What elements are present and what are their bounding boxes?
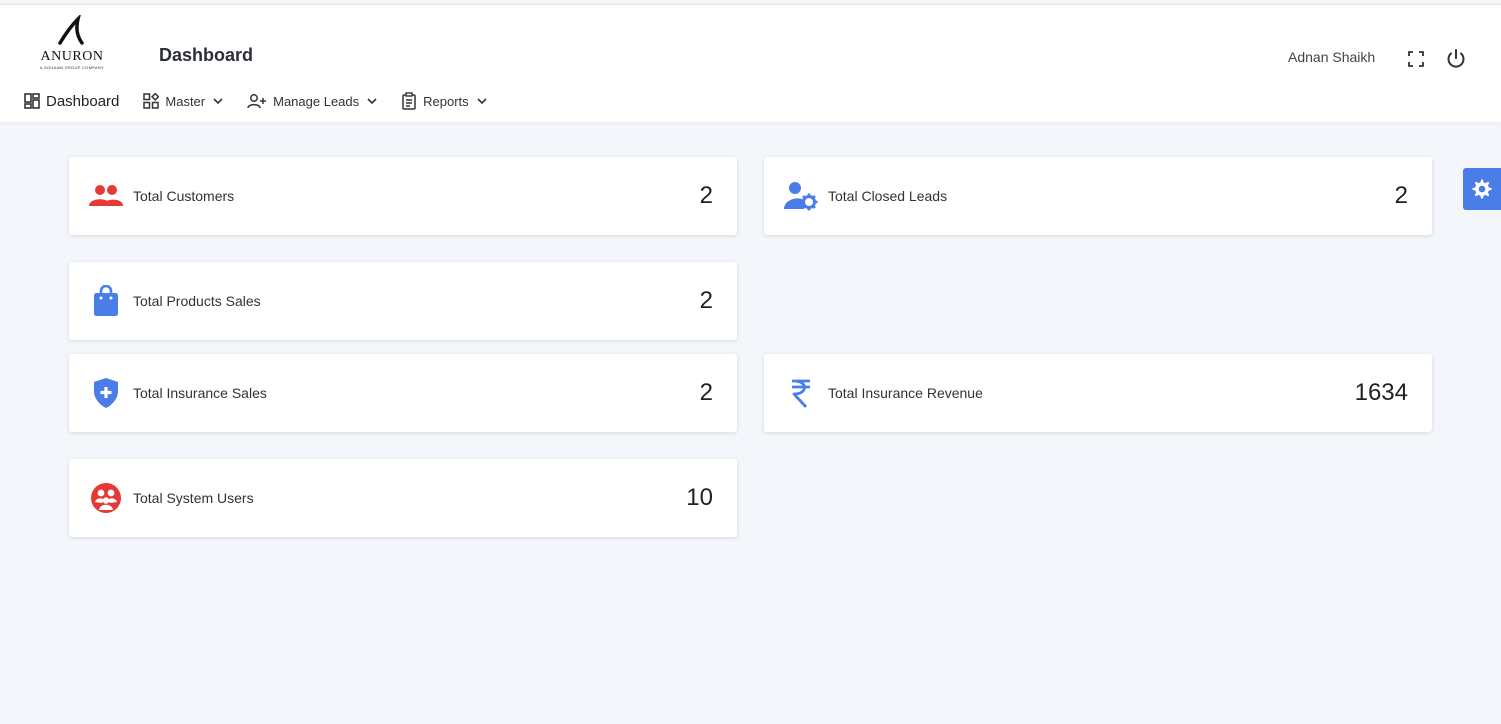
- page-title: Dashboard: [159, 45, 254, 65]
- rupee-icon: [784, 376, 818, 410]
- chevron-down-icon: [367, 98, 377, 105]
- apps-icon: [143, 93, 160, 109]
- fullscreen-icon: [1408, 51, 1424, 67]
- fullscreen-button[interactable]: [1407, 50, 1425, 68]
- nav-label: Dashboard: [46, 92, 120, 110]
- nav-manage-leads[interactable]: Manage Leads: [247, 93, 377, 109]
- stat-card-total-customers[interactable]: Total Customers 2: [69, 157, 737, 235]
- stat-value: 2: [699, 379, 713, 406]
- stat-label: Total Products Sales: [133, 293, 261, 309]
- stat-value: 2: [699, 182, 713, 209]
- clipboard-icon: [402, 92, 416, 110]
- nav-master[interactable]: Master: [143, 93, 223, 109]
- stat-card-total-system-users[interactable]: Total System Users 10: [69, 459, 737, 537]
- stat-label: Total Customers: [133, 188, 235, 204]
- logout-button[interactable]: [1444, 47, 1468, 71]
- stat-card-total-insurance-sales[interactable]: Total Insurance Sales 2: [69, 354, 737, 432]
- chevron-down-icon: [477, 98, 487, 105]
- shield-plus-icon: [89, 376, 123, 410]
- user-gear-icon: [784, 179, 818, 213]
- nav-label: Manage Leads: [273, 93, 360, 109]
- stylized-n-logo-icon: [58, 15, 84, 45]
- nav-label: Master: [165, 93, 206, 109]
- stat-value: 10: [686, 484, 713, 511]
- users-circle-icon: [89, 481, 123, 515]
- power-icon: [1447, 49, 1465, 68]
- stat-card-total-closed-leads[interactable]: Total Closed Leads 2: [764, 157, 1432, 235]
- top-header: ANURON A SOHAAM GROUP COMPANY Dashboard …: [0, 4, 1501, 122]
- brand-name: ANURON: [40, 49, 104, 64]
- nav-dashboard[interactable]: Dashboard: [24, 93, 119, 110]
- stat-value: 2: [699, 287, 713, 314]
- settings-button[interactable]: [1463, 168, 1501, 210]
- shopping-bag-icon: [89, 284, 123, 318]
- stat-label: Total Insurance Sales: [133, 385, 267, 401]
- stat-value: 1634: [1354, 379, 1408, 406]
- stat-card-total-insurance-revenue[interactable]: Total Insurance Revenue 1634: [764, 354, 1432, 432]
- user-add-icon: [247, 94, 267, 109]
- nav-label: Reports: [423, 93, 469, 109]
- dashboard-grid-icon: [24, 93, 40, 109]
- user-name[interactable]: Adnan Shaikh: [1288, 49, 1375, 65]
- people-icon: [89, 179, 123, 213]
- nav-reports[interactable]: Reports: [401, 92, 487, 110]
- main-nav: Dashboard Master Manage Leads Reports: [24, 89, 511, 113]
- brand-logo[interactable]: ANURON A SOHAAM GROUP COMPANY: [34, 15, 110, 73]
- brand-tagline: A SOHAAM GROUP COMPANY: [39, 65, 105, 70]
- stat-label: Total Insurance Revenue: [828, 385, 983, 401]
- stat-card-total-products-sales[interactable]: Total Products Sales 2: [69, 262, 737, 340]
- chevron-down-icon: [213, 98, 223, 105]
- stat-label: Total Closed Leads: [828, 188, 948, 204]
- gear-icon: [1472, 179, 1492, 199]
- stat-value: 2: [1394, 182, 1408, 209]
- stat-label: Total System Users: [133, 490, 254, 506]
